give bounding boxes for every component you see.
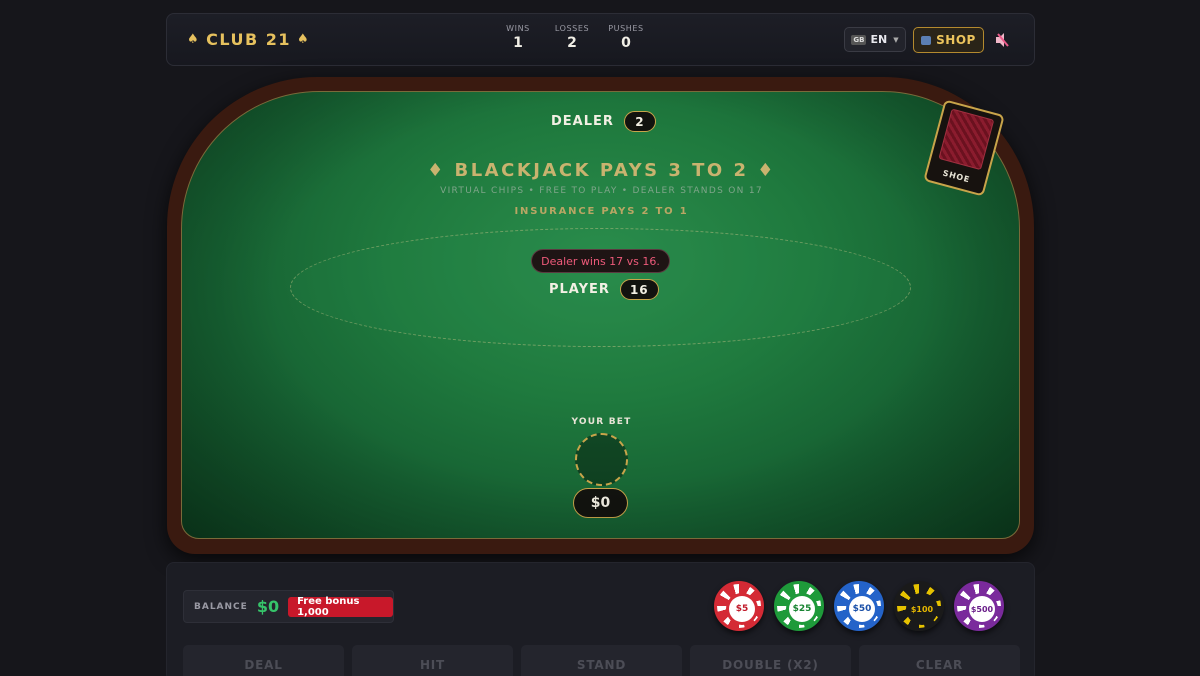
shop-icon: [921, 35, 932, 45]
stat-value: 0: [621, 35, 631, 51]
clear-button[interactable]: CLEAR: [859, 645, 1020, 676]
chip-value: $500: [969, 596, 995, 622]
deal-button[interactable]: DEAL: [183, 645, 344, 676]
your-bet-label: YOUR BET: [571, 417, 632, 427]
control-panel: BALANCE $0 Free bonus 1,000 $5 $25 $50 $…: [166, 562, 1035, 676]
stat-value: 1: [513, 35, 523, 51]
hit-button[interactable]: HIT: [352, 645, 513, 676]
stat-label: PUSHES: [608, 24, 644, 33]
stat-label: LOSSES: [554, 24, 590, 33]
language-label: EN: [870, 33, 888, 46]
result-message: Dealer wins 17 vs 16.: [531, 249, 670, 273]
chip-rack: $5 $25 $50 $100 $500: [714, 581, 1004, 631]
chip-25[interactable]: $25: [774, 581, 824, 631]
shop-button[interactable]: SHOP: [913, 27, 984, 53]
chevron-down-icon: ▼: [893, 35, 899, 44]
player-area: PLAYER 16: [549, 279, 659, 300]
player-score: 16: [619, 279, 659, 300]
payout-title: ♦ BLACKJACK PAYS 3 TO 2 ♦: [427, 160, 776, 181]
action-buttons: DEAL HIT STAND DOUBLE (X2) CLEAR: [183, 645, 1020, 676]
chip-value: $5: [729, 596, 755, 622]
chip-value: $100: [909, 596, 935, 622]
stat-pushes: PUSHES 0: [608, 24, 644, 51]
table-rules: VIRTUAL CHIPS • FREE TO PLAY • DEALER ST…: [440, 186, 763, 196]
logo: ♠ CLUB 21 ♠: [187, 30, 310, 49]
chip-value: $50: [849, 596, 875, 622]
chip-50[interactable]: $50: [834, 581, 884, 631]
balance-value: $0: [256, 597, 280, 616]
chip-100[interactable]: $100: [894, 581, 944, 631]
spade-icon: ♠: [297, 32, 311, 47]
stat-losses: LOSSES 2: [554, 24, 590, 51]
stat-wins: WINS 1: [500, 24, 536, 51]
free-bonus-button[interactable]: Free bonus 1,000: [288, 596, 393, 618]
top-bar: ♠ CLUB 21 ♠ WINS 1 LOSSES 2 PUSHES 0 GB …: [166, 13, 1035, 66]
chip-500[interactable]: $500: [954, 581, 1004, 631]
double-button[interactable]: DOUBLE (X2): [690, 645, 851, 676]
logo-text: CLUB 21: [206, 30, 292, 49]
stats: WINS 1 LOSSES 2 PUSHES 0: [500, 24, 644, 51]
balance-label: BALANCE: [194, 601, 248, 612]
dealer-area: DEALER 2: [551, 111, 656, 132]
stat-value: 2: [567, 35, 577, 51]
flag-icon: GB: [851, 34, 867, 45]
bet-amount: $0: [573, 488, 628, 518]
chip-value: $25: [789, 596, 815, 622]
mute-icon[interactable]: [993, 31, 1011, 49]
language-select[interactable]: GB EN ▼: [844, 27, 906, 52]
dealer-label: DEALER: [551, 114, 614, 129]
stand-button[interactable]: STAND: [521, 645, 682, 676]
chip-5[interactable]: $5: [714, 581, 764, 631]
stat-label: WINS: [506, 24, 530, 33]
bet-spot[interactable]: [575, 433, 628, 486]
dealer-score: 2: [623, 111, 656, 132]
balance-box: BALANCE $0 Free bonus 1,000: [183, 590, 394, 623]
shop-label: SHOP: [936, 33, 976, 47]
player-label: PLAYER: [549, 282, 610, 297]
insurance-text: INSURANCE PAYS 2 TO 1: [514, 206, 689, 217]
table-felt: DEALER 2 ♦ BLACKJACK PAYS 3 TO 2 ♦ VIRTU…: [181, 91, 1020, 539]
spade-icon: ♠: [187, 32, 201, 47]
